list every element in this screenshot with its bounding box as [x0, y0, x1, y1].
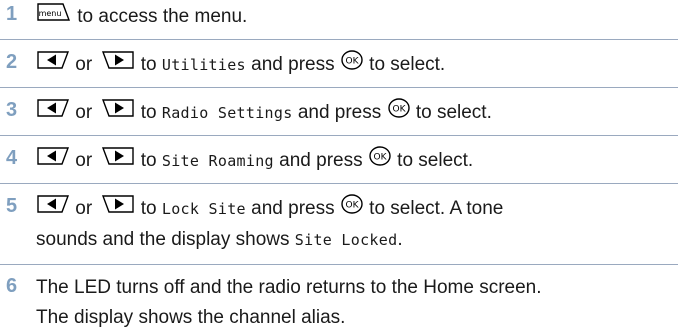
press-text: and press [279, 150, 363, 172]
left-arrow-key-icon [36, 49, 70, 81]
divider [0, 264, 678, 265]
ok-button-icon: OK [340, 49, 364, 81]
menu-item-label: Radio Settings [161, 104, 293, 123]
to-text: to [140, 150, 157, 172]
ok-button-icon: OK [387, 97, 411, 129]
press-text: and press [251, 54, 335, 76]
divider [0, 39, 678, 40]
ok-button-icon: OK [340, 193, 364, 225]
step-text: or to Utilities and press OK to select. [36, 49, 674, 81]
step-text: menu to access the menu. [36, 1, 674, 33]
menu-item-label: Utilities [161, 56, 246, 75]
divider [0, 135, 678, 136]
ok-button-icon: OK [368, 145, 392, 177]
tail-text: to select. [397, 150, 474, 172]
to-text: to [140, 54, 157, 76]
left-arrow-key-icon [36, 145, 70, 177]
svg-text:menu: menu [39, 9, 62, 18]
step-number: 1 [6, 3, 18, 25]
step-text: or to Radio Settings and press OK to sel… [36, 97, 674, 129]
procedure-steps: 1 menu to access the menu. 2 or to Utili… [0, 0, 678, 333]
step-text: The LED turns off and the radio returns … [36, 273, 674, 333]
step-5-line2: sounds and the display shows [36, 229, 290, 250]
right-arrow-key-icon [101, 145, 135, 177]
step-number: 3 [6, 99, 18, 121]
step-number: 4 [6, 147, 18, 169]
right-arrow-key-icon [101, 193, 135, 225]
svg-text:OK: OK [345, 57, 359, 67]
menu-item-label: Lock Site [161, 200, 246, 219]
left-arrow-key-icon [36, 97, 70, 129]
right-arrow-key-icon [101, 49, 135, 81]
step-text: or to Site Roaming and press OK to selec… [36, 145, 674, 177]
menu-item-label: Site Roaming [161, 152, 274, 171]
svg-text:OK: OK [345, 201, 359, 211]
tail-text: to select. [369, 54, 446, 76]
or-text: or [75, 150, 93, 172]
press-text: and press [297, 102, 382, 124]
svg-text:OK: OK [373, 153, 387, 163]
divider [0, 87, 678, 88]
step-text: or to Lock Site and press OK to select. … [36, 193, 674, 255]
right-arrow-key-icon [101, 97, 135, 129]
tail-text: to select. [415, 102, 492, 124]
step-6-line2: The display shows the channel alias. [36, 307, 346, 328]
to-text: to [140, 198, 157, 220]
step-6-line1: The LED turns off and the radio returns … [36, 277, 542, 298]
tail-text: to select. A tone [369, 198, 504, 220]
step-number: 5 [6, 195, 18, 217]
to-text: to [140, 102, 157, 124]
svg-text:OK: OK [392, 105, 406, 115]
period: . [397, 229, 403, 250]
left-arrow-key-icon [36, 193, 70, 225]
step-number: 6 [6, 275, 18, 297]
press-text: and press [251, 198, 335, 220]
or-text: or [75, 54, 93, 76]
or-text: or [75, 198, 93, 220]
menu-key-icon: menu [36, 1, 72, 33]
divider [0, 183, 678, 184]
or-text: or [75, 102, 93, 124]
step-number: 2 [6, 51, 18, 73]
step-1-text: to access the menu. [77, 6, 248, 28]
display-text: Site Locked [294, 231, 398, 249]
